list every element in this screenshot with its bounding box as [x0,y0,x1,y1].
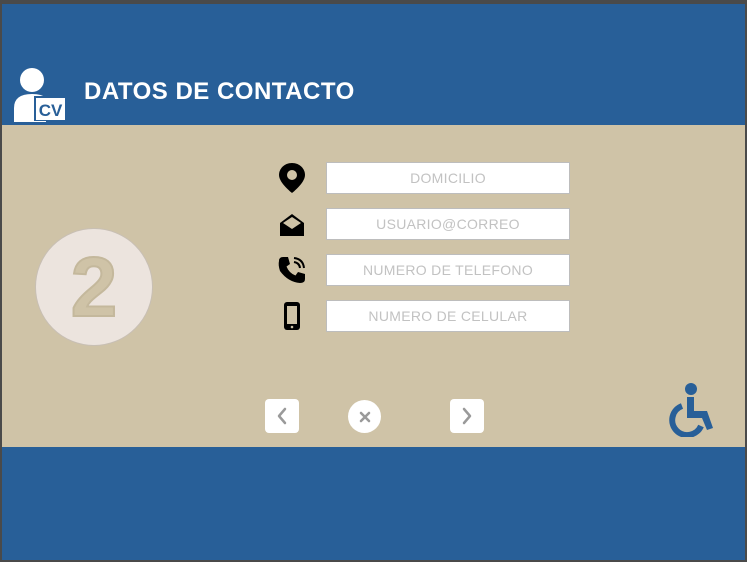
mobile-field-row [274,300,574,332]
email-input[interactable] [326,208,570,240]
address-input[interactable] [326,162,570,194]
chevron-right-icon [462,407,472,425]
phone-field-row [274,254,574,286]
address-field-row [274,162,574,194]
phone-icon [274,254,310,286]
cv-logo-text: CV [39,101,63,120]
cv-user-icon: CV [14,68,66,122]
step-number: 2 [70,240,119,334]
header-bar: CV DATOS DE CONTACTO [2,4,745,125]
next-button[interactable] [450,399,484,433]
close-icon [359,411,370,422]
app-window: CV DATOS DE CONTACTO 2 [0,0,747,562]
page-title: DATOS DE CONTACTO [84,78,355,105]
cancel-button[interactable] [348,400,381,433]
mobile-phone-icon [274,300,310,332]
step-indicator: 2 [35,228,153,346]
prev-button[interactable] [265,399,299,433]
envelope-icon [274,208,310,240]
mobile-input[interactable] [326,300,570,332]
wheelchair-icon[interactable] [663,381,719,437]
email-field-row [274,208,574,240]
phone-input[interactable] [326,254,570,286]
form-panel: 2 [2,125,745,447]
map-pin-icon [274,162,310,194]
footer-bar [2,447,745,560]
chevron-left-icon [277,407,287,425]
